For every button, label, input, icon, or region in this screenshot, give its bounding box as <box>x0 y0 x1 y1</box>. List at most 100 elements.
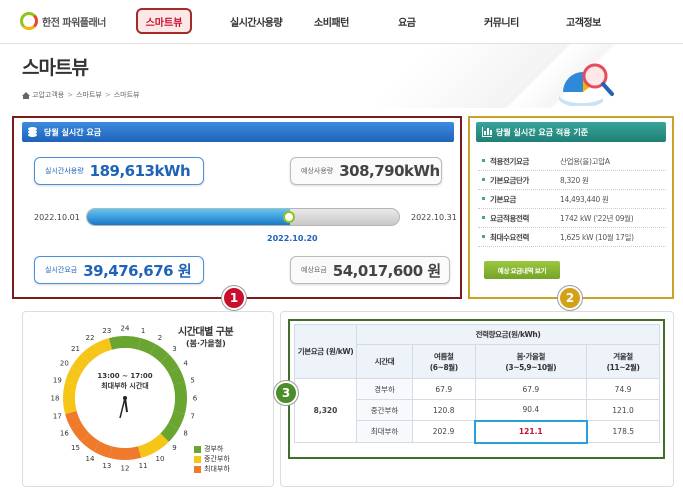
hour-tick-label: 10 <box>156 455 165 463</box>
season-name: 여름철 <box>434 351 454 361</box>
hour-tick-label: 12 <box>121 465 130 473</box>
season-months: (11~2월) <box>606 362 640 372</box>
expected-usage-value: 308,790kWh <box>339 162 440 180</box>
breadcrumb-item: 스마트뷰 <box>113 91 140 99</box>
expected-fee-box: 예상요금 54,017,600 원 <box>290 256 450 284</box>
legend-item: 경부하 <box>194 444 230 454</box>
expected-usage-label: 예상사용량 <box>301 167 334 175</box>
energy-fee-header: 전력량요금(원/kWh) <box>356 324 660 345</box>
top-navigation: 한전 파워플래너 스마트뷰 실시간사용량 소비패턴 요금 커뮤니티 고객정보 <box>0 0 683 44</box>
season-header-spring-fall: 봄·가을철 (3~5,9~10월) <box>474 344 588 379</box>
time-cell: 경부하 <box>356 378 413 400</box>
time-of-day-subtitle: (봄·가을철) <box>186 339 226 348</box>
rate-basis-value: 1,625 kW (10월 17일) <box>560 232 634 242</box>
rate-basis-key: 기본요금 <box>478 194 560 205</box>
breadcrumb-item[interactable]: 고압고객용 <box>32 90 64 100</box>
season-header-winter: 겨울철 (11~2월) <box>586 344 660 379</box>
hour-tick-label: 23 <box>102 327 111 335</box>
expected-usage-box: 예상사용량 308,790kWh <box>290 157 442 185</box>
realtime-fee-header: 당월 실시간 요금 <box>22 122 454 142</box>
rate-cell: 202.9 <box>412 420 476 443</box>
rate-basis-key: 요금적용전력 <box>478 213 560 224</box>
hour-tick-label: 22 <box>86 334 95 342</box>
rate-basis-list: 적용전기요금 산업용(을)고압A 기본요금단가 8,320 원 기본요금 14,… <box>478 152 666 247</box>
rate-cell: 74.9 <box>586 378 660 400</box>
rate-basis-key: 최대수요전력 <box>478 232 560 243</box>
nav-item-customer-info[interactable]: 고객정보 <box>566 14 601 29</box>
hour-tick-label: 16 <box>60 430 69 438</box>
hour-tick-label: 14 <box>86 455 95 463</box>
nav-item-community[interactable]: 커뮤니티 <box>484 14 519 29</box>
hour-tick-label: 7 <box>190 413 194 421</box>
logo-text: 한전 파워플래너 <box>42 17 106 29</box>
nav-item-fee[interactable]: 요금 <box>398 14 416 29</box>
hour-tick-label: 5 <box>190 376 194 384</box>
peak-time-label: 최대부하 시간대 <box>101 381 149 390</box>
hour-tick-label: 2 <box>158 334 162 342</box>
billing-progress-marker <box>282 211 295 223</box>
legend-swatch <box>194 455 201 463</box>
breadcrumb-separator-icon: > <box>67 91 74 99</box>
legend-label: 최대부하 <box>204 465 230 473</box>
legend-item: 최대부하 <box>194 464 230 474</box>
rate-basis-value: 1742 kW ('22년 09월) <box>560 213 634 223</box>
expected-fee-label: 예상요금 <box>301 266 327 274</box>
list-item: 적용전기요금 산업용(을)고압A <box>478 152 666 171</box>
rate-cell: 121.0 <box>586 399 660 421</box>
time-cell: 중간부하 <box>356 399 413 421</box>
hour-tick-label: 24 <box>121 325 130 333</box>
season-months: (3~5,9~10월) <box>505 362 557 372</box>
hour-tick-label: 15 <box>71 444 80 452</box>
list-item: 요금적용전력 1742 kW ('22년 09월) <box>478 209 666 228</box>
time-of-day-title: 시간대별 구분 <box>178 327 234 338</box>
nav-item-consumption-pattern[interactable]: 소비패턴 <box>314 14 349 29</box>
coins-icon <box>28 127 39 137</box>
base-fee-header: 기본요금 (원/kW) <box>294 324 357 379</box>
badge-3: 3 <box>274 381 298 405</box>
realtime-usage-label: 실시간사용량 <box>45 167 84 175</box>
time-cell: 최대부하 <box>356 420 413 443</box>
legend-item: 중간부하 <box>194 454 230 464</box>
realtime-usage-box: 실시간사용량 189,613kWh <box>34 157 204 185</box>
rate-basis-key: 기본요금단가 <box>478 175 560 186</box>
hour-tick-label: 1 <box>141 327 145 335</box>
list-item: 기본요금 14,493,440 원 <box>478 190 666 209</box>
nav-item-smartview[interactable]: 스마트뷰 <box>136 8 192 34</box>
hour-tick-label: 21 <box>71 345 80 353</box>
realtime-fee-label: 실시간요금 <box>45 266 78 274</box>
rate-cell: 67.9 <box>474 378 588 400</box>
expected-fee-value: 54,017,600 원 <box>332 261 441 280</box>
legend-swatch <box>194 465 201 473</box>
time-of-day-donut: 24 1234567891011121314151617181920212223 … <box>51 325 198 473</box>
hour-tick-label: 17 <box>53 413 62 421</box>
billing-progress-bar <box>86 208 400 226</box>
time-column-header: 시간대 <box>356 344 413 379</box>
list-item: 기본요금단가 8,320 원 <box>478 171 666 190</box>
rate-basis-key: 적용전기요금 <box>478 156 560 167</box>
hour-tick-label: 11 <box>139 462 148 470</box>
legend-label: 경부하 <box>204 445 224 453</box>
hour-tick-label: 19 <box>53 376 62 384</box>
hour-tick-label: 13 <box>102 462 111 470</box>
season-header-summer: 여름철 (6~8월) <box>412 344 476 379</box>
current-date: 2022.10.20 <box>267 234 318 243</box>
rate-cell: 178.5 <box>586 420 660 443</box>
realtime-fee-value: 39,476,676 원 <box>83 261 192 280</box>
nav-item-realtime-usage[interactable]: 실시간사용량 <box>230 14 283 29</box>
home-icon[interactable] <box>22 91 30 99</box>
hour-tick-label: 3 <box>172 345 176 353</box>
hour-tick-label: 8 <box>183 430 187 438</box>
season-months: (6~8월) <box>429 362 458 372</box>
hour-tick-label: 6 <box>193 395 198 403</box>
load-legend: 경부하 중간부하 최대부하 <box>194 444 230 474</box>
breadcrumb-item[interactable]: 스마트뷰 <box>76 90 102 100</box>
season-name: 겨울철 <box>613 351 633 361</box>
rate-table: 기본요금 (원/kW) 전력량요금(원/kWh) 시간대 여름철 (6~8월) 봄… <box>294 324 660 444</box>
rate-basis-header: 당월 실시간 요금 적용 기준 <box>476 122 666 142</box>
legend-swatch <box>194 445 201 453</box>
realtime-fee-box: 실시간요금 39,476,676 원 <box>34 256 204 284</box>
view-expected-fee-button[interactable]: 예상 요금내역 보기 <box>484 261 560 279</box>
hour-tick-label: 4 <box>183 360 188 368</box>
bar-chart-icon <box>482 127 492 137</box>
logo[interactable]: 한전 파워플래너 <box>20 12 106 30</box>
